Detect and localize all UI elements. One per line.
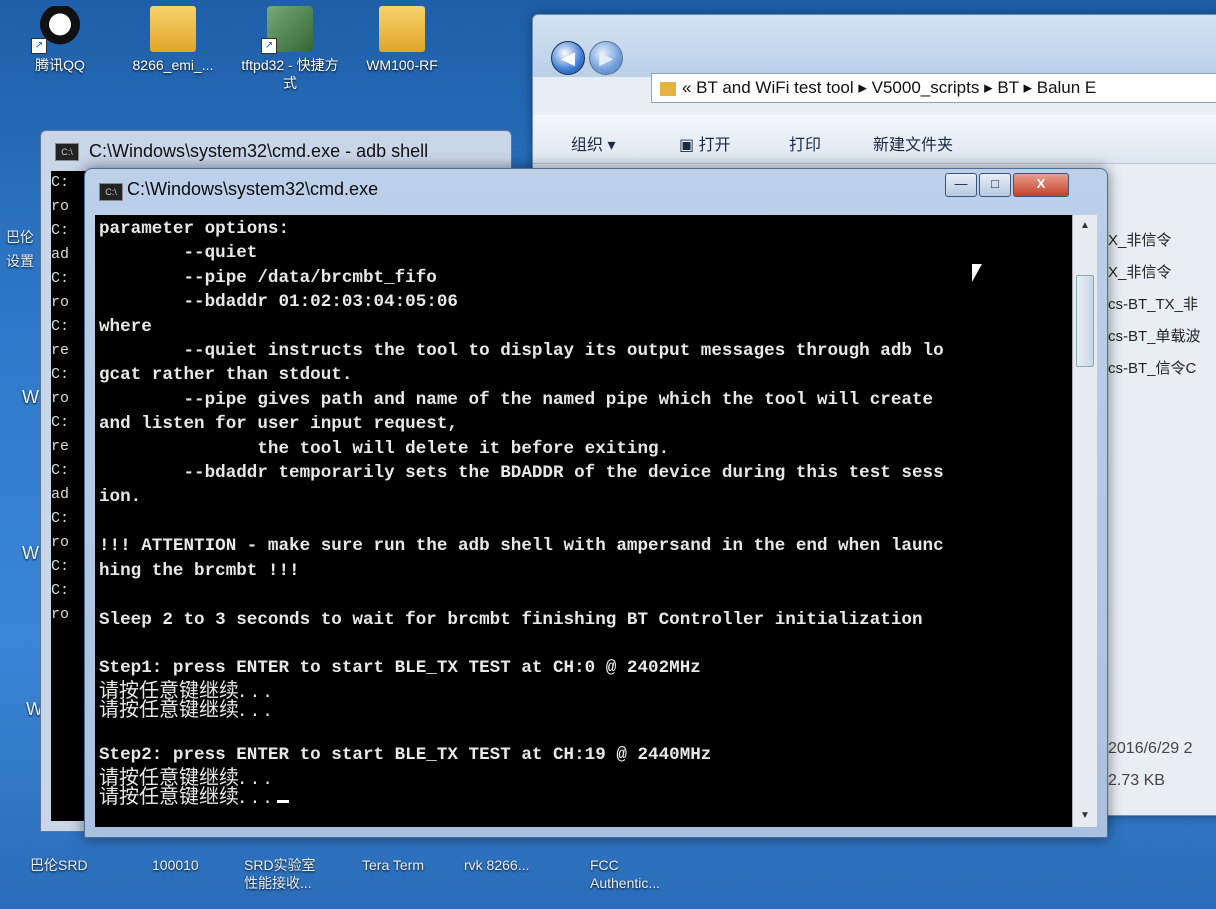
console-line: and listen for user input request, [99, 414, 458, 435]
console-line: --bdaddr 01:02:03:04:05:06 [99, 292, 458, 313]
list-item[interactable]: cs-BT_信令C [1108, 353, 1201, 385]
desktop-icon-label: 8266_emi_... [132, 57, 214, 73]
close-button[interactable]: X [1013, 173, 1069, 197]
file-date: 2016/6/29 2 [1108, 740, 1193, 757]
scroll-down-arrow-icon[interactable]: ▼ [1073, 805, 1097, 827]
open-icon: ▣ [679, 137, 699, 154]
scroll-up-arrow-icon[interactable]: ▲ [1073, 215, 1097, 237]
desktop-icon-qq[interactable]: ↗ 腾讯QQ [20, 6, 100, 74]
console-line: parameter options: [99, 219, 290, 239]
desktop-icon-label[interactable]: rvk 8266... [464, 856, 529, 874]
cmd-window[interactable]: C:\ C:\Windows\system32\cmd.exe — □ X pa… [84, 168, 1108, 838]
desktop-icon-label[interactable]: 100010 [152, 856, 199, 874]
print-button[interactable]: 打印 [789, 131, 821, 155]
console-line: ion. [99, 487, 142, 508]
text-cursor [277, 799, 290, 803]
explorer-toolbar: 组织 ▾ ▣ 打开 打印 新建文件夹 [533, 115, 1216, 164]
desktop-icon-label[interactable]: 巴伦SRD [30, 856, 88, 874]
maximize-button[interactable]: □ [979, 173, 1011, 197]
window-title: C:\Windows\system32\cmd.exe [127, 179, 379, 199]
tftp-icon: ↗ [261, 6, 313, 54]
console-line: --pipe gives path and name of the named … [99, 389, 934, 410]
vertical-scrollbar[interactable]: ▲ ▼ [1072, 215, 1097, 827]
shortcut-arrow-icon: ↗ [31, 38, 47, 54]
folder-icon [150, 6, 196, 52]
organize-menu[interactable]: 组织 ▾ [571, 131, 615, 155]
list-item[interactable]: X_非信令 [1108, 225, 1201, 257]
desktop-fragment: 设置 [6, 253, 34, 269]
list-item[interactable]: cs-BT_单载波 [1108, 321, 1201, 353]
desktop-icon-label: 腾讯QQ [35, 57, 85, 73]
console-line: Sleep 2 to 3 seconds to wait for brcmbt … [99, 609, 923, 630]
file-size: 2.73 KB [1108, 772, 1165, 789]
desktop-fragment: 巴伦 [6, 229, 34, 245]
desktop-icon-label: WM100-RF [366, 57, 438, 73]
desktop-icon-wm100-rf[interactable]: WM100-RF [352, 6, 452, 74]
cmd-icon: C:\ [99, 183, 123, 201]
desktop-fragment: W [22, 543, 39, 563]
console-line: --quiet [99, 243, 258, 264]
window-titlebar[interactable]: C:\ C:\Windows\system32\cmd.exe - adb sh… [41, 131, 511, 167]
console-line: 请按任意键继续. . . [99, 786, 1069, 806]
forward-button[interactable]: ▶ [589, 41, 623, 75]
console-line: where [99, 316, 152, 337]
console-line: 请按任意键继续. . . [99, 696, 271, 721]
desktop-icon-label: tftpd32 - 快捷方式 [241, 57, 339, 91]
minimize-button[interactable]: — [945, 173, 977, 197]
list-item[interactable]: X_非信令 [1108, 257, 1201, 289]
console-line: --pipe /data/brcmbt_fifo [99, 267, 437, 288]
new-folder-button[interactable]: 新建文件夹 [873, 131, 953, 155]
scrollbar-thumb[interactable] [1076, 275, 1094, 367]
list-item[interactable]: cs-BT_TX_非 [1108, 289, 1201, 321]
explorer-titlebar: ◀ ▶ [533, 15, 1216, 77]
desktop-icon-label[interactable]: FCC Authentic... [590, 856, 660, 892]
console-line: !!! ATTENTION - make sure run the adb sh… [99, 536, 944, 557]
window-titlebar[interactable]: C:\ C:\Windows\system32\cmd.exe — □ X [85, 169, 1107, 215]
folder-icon [660, 81, 676, 96]
desktop-icon-tftpd32[interactable]: ↗ tftpd32 - 快捷方式 [236, 6, 344, 92]
console-line: --quiet instructs the tool to display it… [99, 341, 944, 362]
console-line: Step2: press ENTER to start BLE_TX TEST … [99, 745, 712, 766]
breadcrumb: « BT and WiFi test tool ▸ V5000_scripts … [682, 78, 1097, 97]
window-title: C:\Windows\system32\cmd.exe - adb shell [89, 141, 429, 161]
cmd-icon: C:\ [55, 143, 79, 161]
console-line: hing the brcmbt !!! [99, 560, 300, 581]
shortcut-arrow-icon: ↗ [261, 38, 277, 54]
mouse-pointer-icon [972, 264, 982, 282]
desktop-icon-8266-emi[interactable]: 8266_emi_... [118, 6, 228, 74]
details-pane: 2016/6/29 2 2.73 KB [1108, 733, 1193, 797]
console-line: gcat rather than stdout. [99, 365, 353, 386]
back-button[interactable]: ◀ [551, 41, 585, 75]
desktop-fragment: W [22, 387, 39, 407]
console-output[interactable]: parameter options: --quiet --pipe /data/… [95, 215, 1073, 827]
qq-icon: ↗ [31, 6, 83, 54]
folder-icon [379, 6, 425, 52]
address-bar[interactable]: « BT and WiFi test tool ▸ V5000_scripts … [651, 73, 1216, 103]
desktop-icon-label[interactable]: Tera Term [362, 856, 424, 874]
console-line: --bdaddr temporarily sets the BDADDR of … [99, 463, 944, 484]
desktop-icon-label[interactable]: SRD实验室 性能接收... [244, 856, 316, 892]
open-label: 打开 [698, 137, 731, 154]
open-button[interactable]: ▣ 打开 [679, 131, 731, 155]
console-line: the tool will delete it before exiting. [99, 438, 670, 459]
file-list: X_非信令 X_非信令 cs-BT_TX_非 cs-BT_单载波 cs-BT_信… [1108, 225, 1201, 385]
